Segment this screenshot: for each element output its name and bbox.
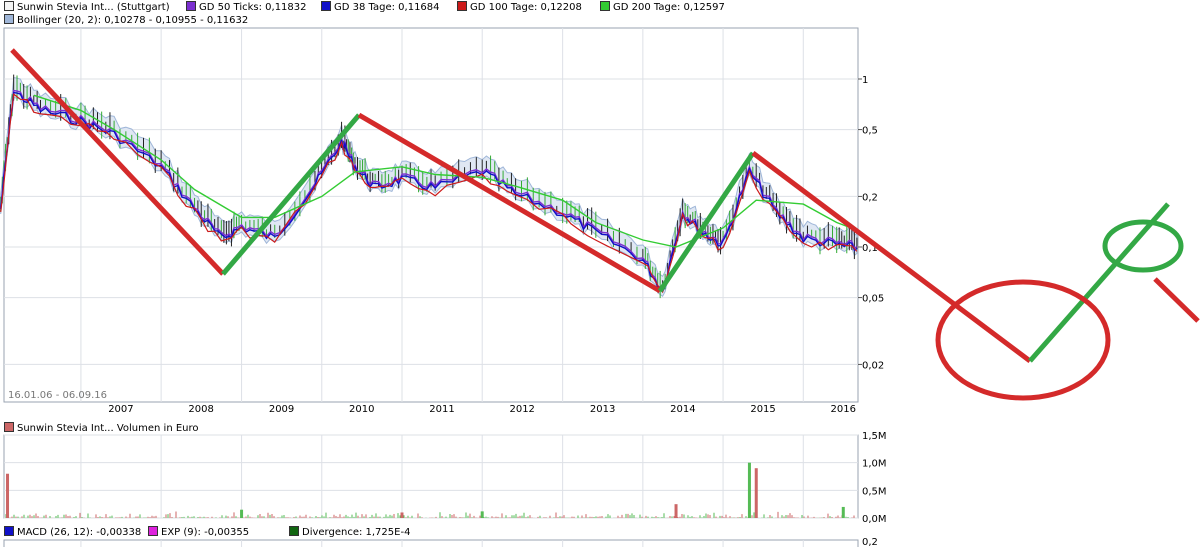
volume-spike-bar [6, 473, 10, 518]
macd-panel [3, 539, 859, 547]
projected-downtrend-line-2 [1153, 277, 1200, 323]
uptrend-line-2 [657, 151, 756, 293]
macd-tick-label: 0,2 [862, 537, 878, 547]
year-label: 2009 [269, 404, 294, 415]
price-tick-label: 1 [862, 75, 868, 86]
projected-downtrend-line [751, 151, 1032, 363]
volume-spike-bar [400, 512, 404, 518]
year-label: 2015 [750, 404, 775, 415]
volume-spike-bar [240, 509, 244, 518]
year-label: 2013 [590, 404, 615, 415]
year-label: 2012 [509, 404, 534, 415]
price-tick-label: 0,5 [862, 126, 878, 137]
volume-tick-label: 0,5M [862, 486, 887, 497]
year-label: 2010 [349, 404, 374, 415]
uptrend-line-1 [221, 113, 361, 276]
volume-tick-label: 1,0M [862, 459, 887, 470]
date-range: 16.01.06 - 06.09.16 [8, 390, 107, 401]
year-label: 2011 [429, 404, 454, 415]
volume-tick-label: 1,5M [862, 431, 887, 442]
volume-panel [3, 434, 859, 519]
volume-tick-label: 0,0M [862, 514, 887, 525]
year-label: 2007 [108, 404, 133, 415]
volume-spike-bar [841, 506, 845, 518]
year-label: 2016 [831, 404, 856, 415]
downtrend-line-2 [357, 112, 662, 294]
volume-spike-bar [747, 462, 751, 518]
target-circle-red [935, 279, 1111, 401]
volume-spike-bar [674, 504, 678, 518]
downtrend-line-1 [10, 48, 225, 276]
price-tick-label: 0,02 [862, 360, 884, 371]
volume-spike-bar [754, 468, 758, 518]
year-label: 2008 [188, 404, 213, 415]
volume-spike-bar [480, 511, 484, 518]
price-tick-label: 0,2 [862, 192, 878, 203]
price-tick-label: 0,05 [862, 294, 884, 305]
stock-chart: 2007 2008 2009 2010 2011 2012 2013 2014 2015 2016… [0, 27, 1200, 547]
year-label: 2014 [670, 404, 695, 415]
